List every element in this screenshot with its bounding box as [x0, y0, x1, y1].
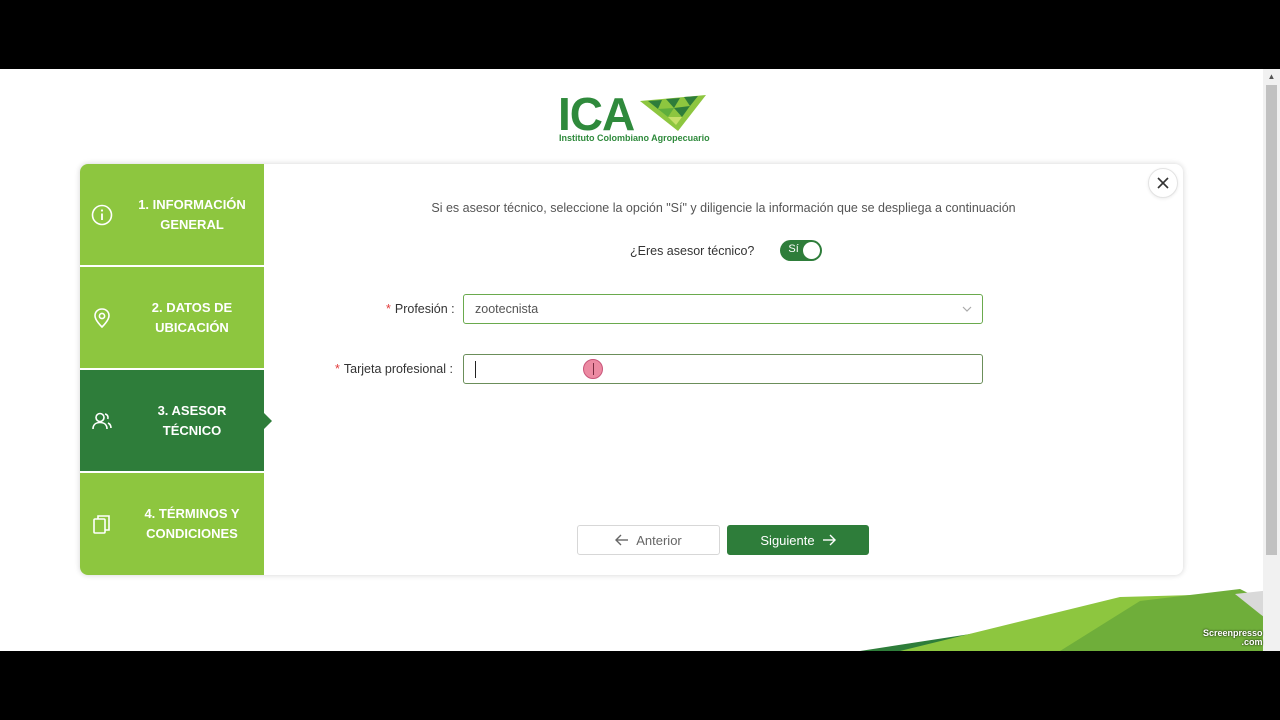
letterbox-bottom: [0, 651, 1280, 720]
required-mark: *: [335, 362, 340, 376]
toggle-label: ¿Eres asesor técnico?: [630, 243, 755, 258]
page-viewport: ICA Instituto Colombiano Agropecuario 1.…: [0, 69, 1280, 651]
ica-logo: ICA Instituto Colombiano Agropecuario: [558, 88, 710, 147]
page-scrollbar[interactable]: ▲: [1263, 69, 1280, 651]
scroll-thumb[interactable]: [1266, 85, 1277, 555]
active-step-pointer: [264, 412, 272, 429]
anterior-button[interactable]: Anterior: [577, 525, 720, 555]
tarjeta-label: * Tarjeta profesional :: [335, 362, 453, 376]
tarjeta-profesional-input[interactable]: [463, 354, 983, 384]
toggle-value-text: Sí: [788, 243, 799, 255]
profesion-select-value: zootecnista: [475, 302, 539, 316]
watermark-line2: .com: [1241, 637, 1263, 647]
logo-wordmark: ICA: [558, 88, 635, 140]
arrow-left-icon: [615, 534, 629, 546]
form-card: 1. INFORMACIÓN GENERAL 2. DATOS DE UBICA…: [80, 164, 1183, 575]
profesion-select[interactable]: zootecnista: [463, 294, 983, 324]
step-label: 3. ASESOR TÉCNICO: [157, 402, 227, 438]
users-icon: [92, 412, 112, 429]
documents-icon: [93, 515, 110, 534]
step-label: 1. INFORMACIÓN GENERAL: [138, 196, 246, 232]
asesor-toggle-switch[interactable]: Sí: [780, 240, 823, 261]
steps-sidebar: 1. INFORMACIÓN GENERAL 2. DATOS DE UBICA…: [80, 164, 272, 575]
logo-subtitle: Instituto Colombiano Agropecuario: [559, 133, 710, 143]
step-asesor-tecnico[interactable]: 3. ASESOR TÉCNICO: [80, 370, 272, 471]
anterior-label: Anterior: [636, 532, 682, 548]
logo-mark-icon: [640, 95, 706, 131]
siguiente-button[interactable]: Siguiente: [727, 525, 869, 555]
step-label: 4. TÉRMINOS Y CONDICIONES: [144, 506, 240, 541]
scroll-up-arrow-icon[interactable]: ▲: [1263, 69, 1280, 83]
arrow-right-icon: [822, 534, 836, 546]
toggle-knob: [803, 242, 821, 259]
step-informacion-general[interactable]: 1. INFORMACIÓN GENERAL: [80, 164, 264, 265]
profesion-label-text: Profesión: [394, 302, 448, 316]
mouse-cursor-highlight: [583, 359, 603, 379]
intro-text: Si es asesor técnico, seleccione la opci…: [431, 201, 1016, 215]
text-caret: [475, 361, 476, 378]
step-datos-ubicacion[interactable]: 2. DATOS DE UBICACIÓN: [80, 267, 264, 368]
close-icon: [1157, 177, 1169, 189]
step-label: 2. DATOS DE UBICACIÓN: [151, 299, 233, 335]
location-pin-icon: [94, 307, 110, 328]
step-terminos-condiciones[interactable]: 4. TÉRMINOS Y CONDICIONES: [80, 473, 264, 575]
letterbox-top: [0, 0, 1280, 69]
screenpresso-watermark: Screenpresso .com: [1203, 629, 1263, 647]
info-icon: [91, 204, 113, 225]
tarjeta-label-text: Tarjeta profesional: [343, 362, 447, 376]
close-button[interactable]: [1148, 168, 1178, 198]
chevron-down-icon: [962, 306, 972, 312]
siguiente-label: Siguiente: [760, 532, 815, 548]
required-mark: *: [386, 302, 391, 316]
profesion-label: * Profesión :: [386, 302, 455, 316]
asesor-toggle-row: ¿Eres asesor técnico? Sí: [630, 240, 823, 261]
